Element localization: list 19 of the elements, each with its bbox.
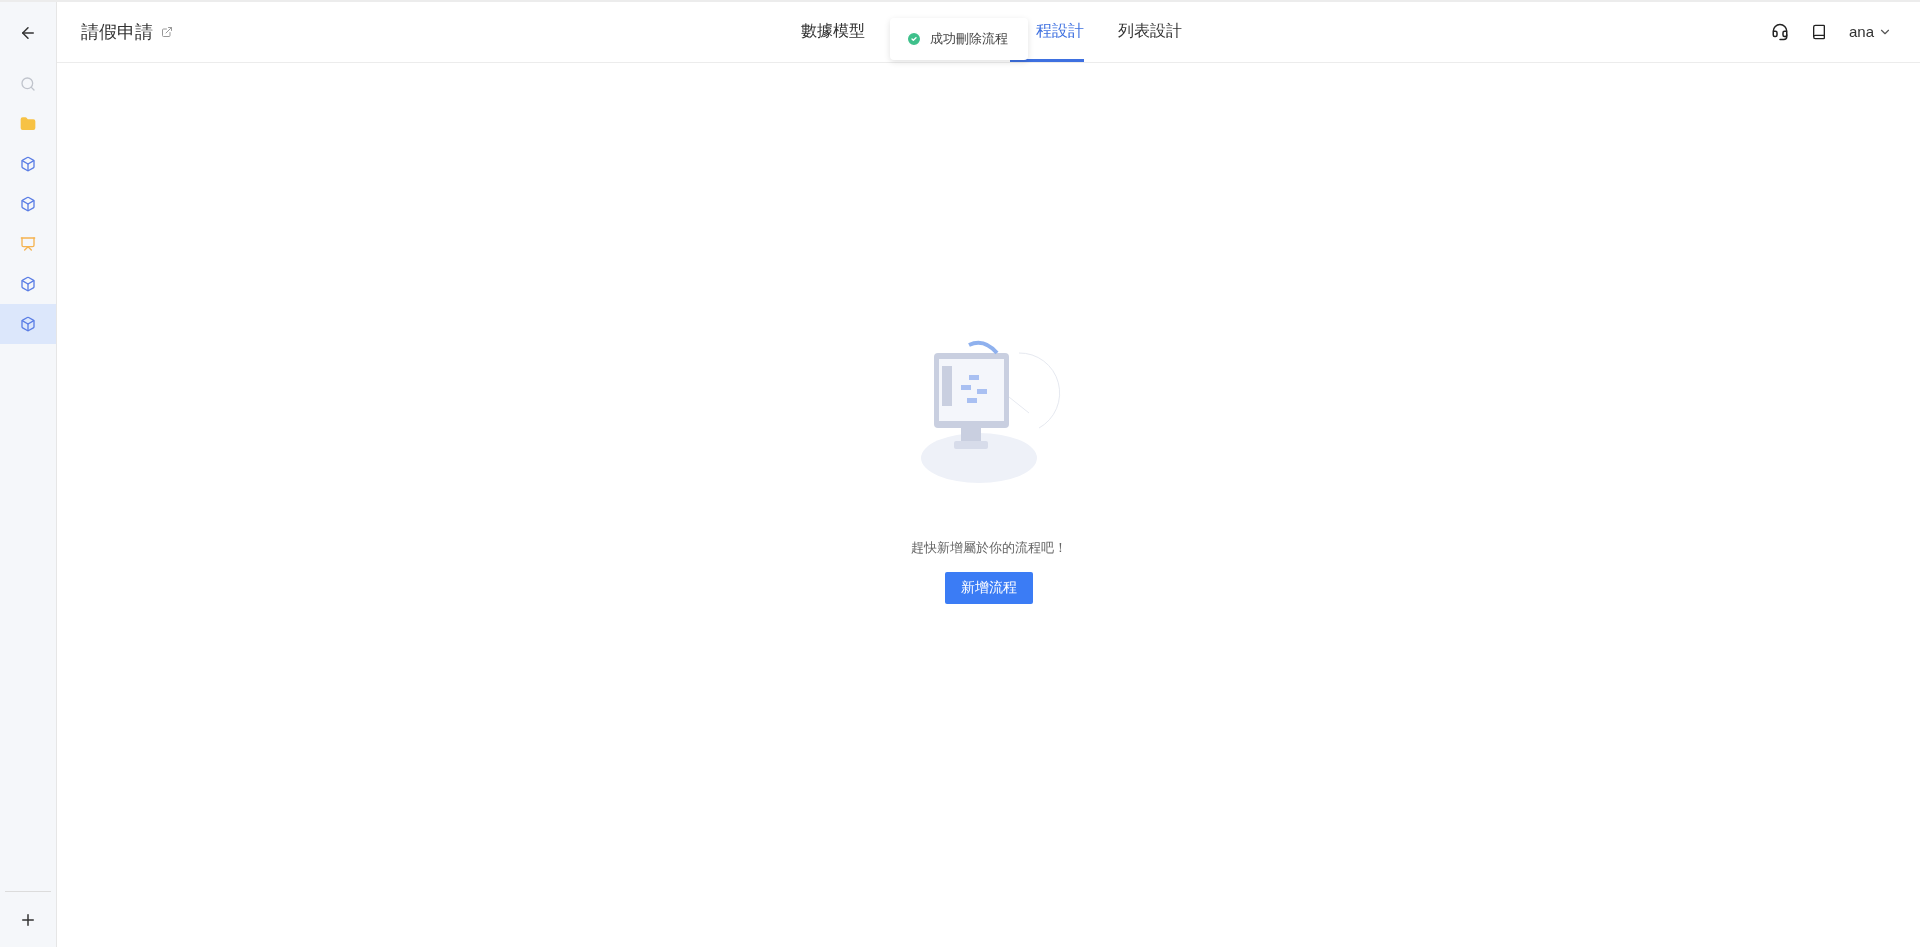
toast-message: 成功刪除流程 (930, 30, 1008, 49)
book-icon[interactable] (1810, 24, 1827, 40)
tab[interactable]: 數據模型 (801, 2, 865, 62)
folder-icon (20, 116, 36, 132)
add-process-button[interactable]: 新增流程 (944, 571, 1033, 604)
cube-icon (20, 276, 36, 292)
presentation-icon (20, 236, 36, 252)
page-title: 請假申請 (81, 20, 153, 44)
external-link-icon[interactable] (161, 26, 173, 38)
tab[interactable]: 列表設計 (1118, 2, 1182, 62)
sidebar-item[interactable] (0, 304, 56, 344)
cube-icon (20, 196, 36, 212)
search-icon (20, 76, 36, 92)
empty-state-message: 趕快新增屬於你的流程吧！ (910, 539, 1067, 557)
cube-icon (20, 316, 36, 332)
user-menu[interactable]: ana (1848, 20, 1892, 44)
headset-icon[interactable] (1770, 23, 1789, 41)
cube-icon (20, 156, 36, 172)
check-circle-icon (906, 31, 922, 47)
